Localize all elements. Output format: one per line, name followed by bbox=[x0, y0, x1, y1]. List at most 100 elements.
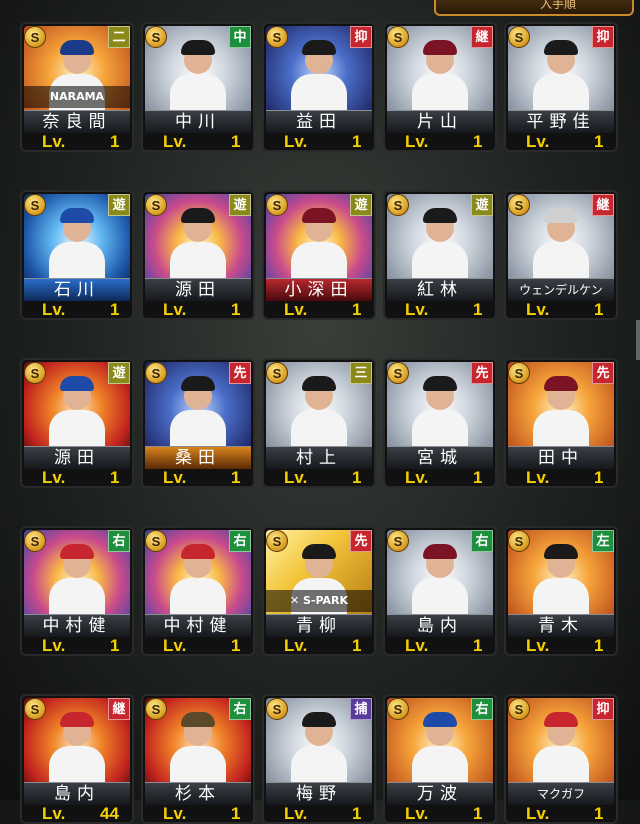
coin-icon: S bbox=[387, 698, 409, 720]
coin-icon: S bbox=[266, 26, 288, 48]
player-card[interactable]: S 遊源田 Lv. 1 bbox=[20, 358, 134, 488]
player-level: Lv. 1 bbox=[28, 301, 130, 319]
level-label: Lv. bbox=[42, 804, 66, 823]
player-card[interactable]: S 左青木 Lv. 1 bbox=[504, 526, 618, 656]
player-name: 桑田 bbox=[145, 446, 251, 469]
coin-icon: S bbox=[508, 26, 530, 48]
coin-icon: S bbox=[145, 26, 167, 48]
player-level: Lv. 1 bbox=[391, 301, 493, 319]
player-figure bbox=[409, 544, 471, 614]
player-card[interactable]: S 捕梅野 Lv. 1 bbox=[262, 694, 376, 824]
player-card[interactable]: S 継片山 Lv. 1 bbox=[383, 22, 497, 152]
coin-icon: S bbox=[24, 194, 46, 216]
player-card[interactable]: S 遊小深田 Lv. 1 bbox=[262, 190, 376, 320]
level-label: Lv. bbox=[405, 468, 429, 487]
player-level: Lv. 1 bbox=[391, 469, 493, 487]
player-name: 杉本 bbox=[145, 782, 251, 805]
position-badge: 継 bbox=[471, 26, 493, 48]
position-badge: 左 bbox=[592, 530, 614, 552]
player-card[interactable]: S 遊紅林 Lv. 1 bbox=[383, 190, 497, 320]
player-level: Lv. 1 bbox=[391, 637, 493, 655]
coin-icon: S bbox=[266, 698, 288, 720]
player-card[interactable]: S 右中村健 Lv. 1 bbox=[20, 526, 134, 656]
position-badge: 遊 bbox=[108, 362, 130, 384]
card-logo-band: NARAMA bbox=[24, 86, 130, 108]
level-label: Lv. bbox=[284, 300, 308, 319]
player-card[interactable]: S 継ウェンデルケン Lv. 1 bbox=[504, 190, 618, 320]
level-label: Lv. bbox=[284, 132, 308, 151]
player-name: 青木 bbox=[508, 614, 614, 637]
player-level: Lv. 1 bbox=[512, 133, 614, 151]
player-card[interactable]: S 抑益田 Lv. 1 bbox=[262, 22, 376, 152]
level-value: 1 bbox=[594, 132, 604, 151]
player-card[interactable]: S 右万波 Lv. 1 bbox=[383, 694, 497, 824]
coin-icon: S bbox=[266, 362, 288, 384]
player-name: 平野佳 bbox=[508, 110, 614, 133]
player-level: Lv. 1 bbox=[270, 469, 372, 487]
level-label: Lv. bbox=[163, 804, 187, 823]
coin-icon: S bbox=[24, 26, 46, 48]
player-card[interactable]: S 右中村健 Lv. 1 bbox=[141, 526, 255, 656]
level-value: 1 bbox=[231, 300, 241, 319]
position-badge: 右 bbox=[229, 698, 251, 720]
player-figure bbox=[409, 40, 471, 110]
level-value: 1 bbox=[594, 300, 604, 319]
player-level: Lv. 1 bbox=[28, 469, 130, 487]
player-card[interactable]: S 二 NARAMA 奈良間 Lv. 1 bbox=[20, 22, 134, 152]
level-label: Lv. bbox=[42, 300, 66, 319]
level-label: Lv. bbox=[163, 300, 187, 319]
position-badge: 二 bbox=[108, 26, 130, 48]
level-value: 1 bbox=[594, 804, 604, 823]
player-name: 小深田 bbox=[266, 278, 372, 301]
level-label: Lv. bbox=[526, 804, 550, 823]
player-card[interactable]: S 先宮城 Lv. 1 bbox=[383, 358, 497, 488]
level-value: 1 bbox=[110, 468, 120, 487]
player-card[interactable]: S 抑マクガフ Lv. 1 bbox=[504, 694, 618, 824]
player-name: ウェンデルケン bbox=[508, 278, 614, 301]
player-card[interactable]: S 中中川 Lv. 1 bbox=[141, 22, 255, 152]
player-figure bbox=[167, 40, 229, 110]
player-level: Lv. 1 bbox=[270, 637, 372, 655]
player-name: 梅野 bbox=[266, 782, 372, 805]
sort-tab[interactable]: 入手順 bbox=[434, 0, 634, 16]
player-card[interactable]: S 継島内 Lv. 44 bbox=[20, 694, 134, 824]
position-badge: 遊 bbox=[471, 194, 493, 216]
player-card[interactable]: S 右島内 Lv. 1 bbox=[383, 526, 497, 656]
coin-icon: S bbox=[24, 698, 46, 720]
player-card[interactable]: S 遊石川 Lv. 1 bbox=[20, 190, 134, 320]
level-label: Lv. bbox=[405, 804, 429, 823]
player-card[interactable]: S 右杉本 Lv. 1 bbox=[141, 694, 255, 824]
player-card[interactable]: S 先田中 Lv. 1 bbox=[504, 358, 618, 488]
player-card[interactable]: S 遊源田 Lv. 1 bbox=[141, 190, 255, 320]
player-card[interactable]: S 先 ✕ S-PARK 青柳 Lv. 1 bbox=[262, 526, 376, 656]
player-name: 島内 bbox=[387, 614, 493, 637]
player-figure bbox=[167, 376, 229, 446]
level-label: Lv. bbox=[163, 468, 187, 487]
player-level: Lv. 1 bbox=[512, 469, 614, 487]
level-label: Lv. bbox=[284, 468, 308, 487]
coin-icon: S bbox=[24, 362, 46, 384]
player-name: マクガフ bbox=[508, 782, 614, 805]
position-badge: 遊 bbox=[229, 194, 251, 216]
position-badge: 右 bbox=[229, 530, 251, 552]
top-bar: 入手順 bbox=[0, 0, 640, 16]
player-figure bbox=[288, 376, 350, 446]
position-badge: 右 bbox=[108, 530, 130, 552]
position-badge: 先 bbox=[350, 530, 372, 552]
level-value: 1 bbox=[352, 468, 362, 487]
player-figure bbox=[288, 40, 350, 110]
level-label: Lv. bbox=[42, 468, 66, 487]
coin-icon: S bbox=[145, 530, 167, 552]
coin-icon: S bbox=[145, 194, 167, 216]
player-figure bbox=[530, 208, 592, 278]
player-level: Lv. 1 bbox=[270, 805, 372, 823]
player-card[interactable]: S 三村上 Lv. 1 bbox=[262, 358, 376, 488]
coin-icon: S bbox=[266, 194, 288, 216]
player-figure bbox=[167, 712, 229, 782]
level-label: Lv. bbox=[526, 636, 550, 655]
player-level: Lv. 1 bbox=[28, 133, 130, 151]
player-card[interactable]: S 先桑田 Lv. 1 bbox=[141, 358, 255, 488]
scrollbar[interactable] bbox=[636, 320, 640, 360]
player-card[interactable]: S 抑平野佳 Lv. 1 bbox=[504, 22, 618, 152]
level-value: 1 bbox=[352, 300, 362, 319]
